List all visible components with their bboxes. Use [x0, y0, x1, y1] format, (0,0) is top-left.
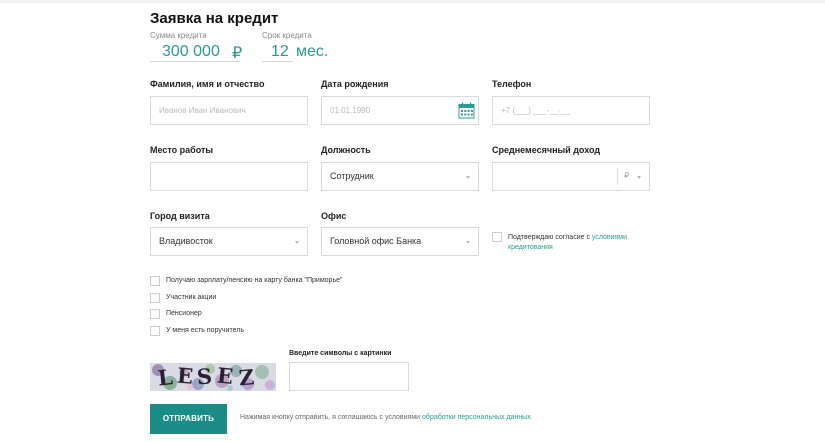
submit-button[interactable]: ОТПРАВИТЬ — [150, 404, 227, 434]
office-select[interactable]: Головной офис Банка — [321, 227, 479, 256]
phone-label: Телефон — [492, 79, 532, 89]
phone-placeholder: +7 (___) ___-__-__ — [501, 106, 570, 115]
captcha-char-5: Z — [238, 364, 255, 390]
city-label: Город визита — [150, 211, 210, 221]
guarantor-label: У меня есть поручитель — [166, 327, 244, 334]
phone-field[interactable]: +7 (___) ___-__-__ — [492, 96, 650, 125]
promo-participant-label: Участник акции — [166, 294, 217, 301]
term-input[interactable]: 12 — [262, 40, 293, 62]
submit-note-text: Нажимая кнопку отправить, я соглашаюсь с… — [240, 414, 421, 421]
consent-link-conditions[interactable]: условиями — [592, 234, 627, 241]
birth-placeholder: 01.01.1990 — [330, 106, 371, 115]
consent-label: Подтверждаю согласие с — [508, 234, 590, 241]
captcha-char-1: L — [157, 364, 175, 390]
city-select[interactable]: Владивосток — [150, 227, 308, 256]
salary-card-checkbox[interactable] — [150, 276, 160, 286]
office-value: Головной офис Банка — [330, 236, 422, 246]
captcha-label: Введите символы с картинки — [289, 350, 392, 357]
income-field[interactable]: ₽ — [492, 162, 650, 191]
fio-label: Фамилия, имя и отчество — [150, 79, 265, 89]
office-label: Офис — [321, 211, 347, 221]
chevron-down-icon — [466, 241, 470, 244]
position-value: Сотрудник — [330, 171, 374, 181]
top-divider — [0, 0, 825, 3]
pensioner-checkbox[interactable] — [150, 309, 160, 319]
income-currency-select[interactable]: ₽ — [624, 171, 629, 180]
captcha-char-4: E — [216, 363, 235, 389]
page-title: Заявка на кредит — [150, 10, 279, 27]
chevron-down-icon — [637, 176, 641, 179]
term-label: Срок кредита — [262, 31, 312, 40]
calendar-icon[interactable] — [458, 102, 475, 119]
captcha-input[interactable] — [289, 362, 409, 391]
promo-participant-checkbox[interactable] — [150, 293, 160, 303]
captcha-image: L E S E Z — [150, 363, 276, 391]
consent-text: Подтверждаю согласие с условиями кредито… — [508, 233, 638, 253]
captcha-char-2: E — [176, 363, 194, 389]
fio-field[interactable]: Иванов Иван Иванович — [150, 96, 308, 125]
term-value: 12 — [271, 43, 289, 60]
amount-value: 300 000 — [162, 43, 220, 60]
birth-field[interactable]: 01.01.1990 — [321, 96, 479, 125]
pensioner-label: Пенсионер — [166, 310, 202, 317]
salary-card-label: Получаю зарплату/пенсию на карту банка "… — [166, 277, 343, 284]
chevron-down-icon — [466, 176, 470, 179]
submit-note: Нажимая кнопку отправить, я соглашаюсь с… — [240, 414, 533, 421]
consent-checkbox[interactable] — [492, 232, 502, 242]
city-value: Владивосток — [159, 236, 213, 246]
ruble-sign: ₽ — [232, 45, 243, 62]
amount-label: Сумма кредита — [150, 31, 207, 40]
income-label: Среднемесячный доход — [492, 145, 601, 155]
work-label: Место работы — [150, 145, 214, 155]
captcha-char-3: S — [196, 363, 213, 389]
amount-input[interactable]: 300 000 ₽ — [150, 40, 243, 62]
work-field[interactable] — [150, 162, 308, 191]
fio-placeholder: Иванов Иван Иванович — [159, 106, 246, 115]
term-unit: мес. — [296, 43, 329, 60]
chevron-down-icon — [295, 241, 299, 244]
birth-label: Дата рождения — [321, 79, 389, 89]
personal-data-link[interactable]: обработки персональных данных. — [422, 414, 533, 421]
income-divider — [617, 168, 618, 185]
position-label: Должность — [321, 145, 371, 155]
consent-link-credit[interactable]: кредитования — [508, 244, 553, 251]
guarantor-checkbox[interactable] — [150, 326, 160, 336]
position-select[interactable]: Сотрудник — [321, 162, 479, 191]
